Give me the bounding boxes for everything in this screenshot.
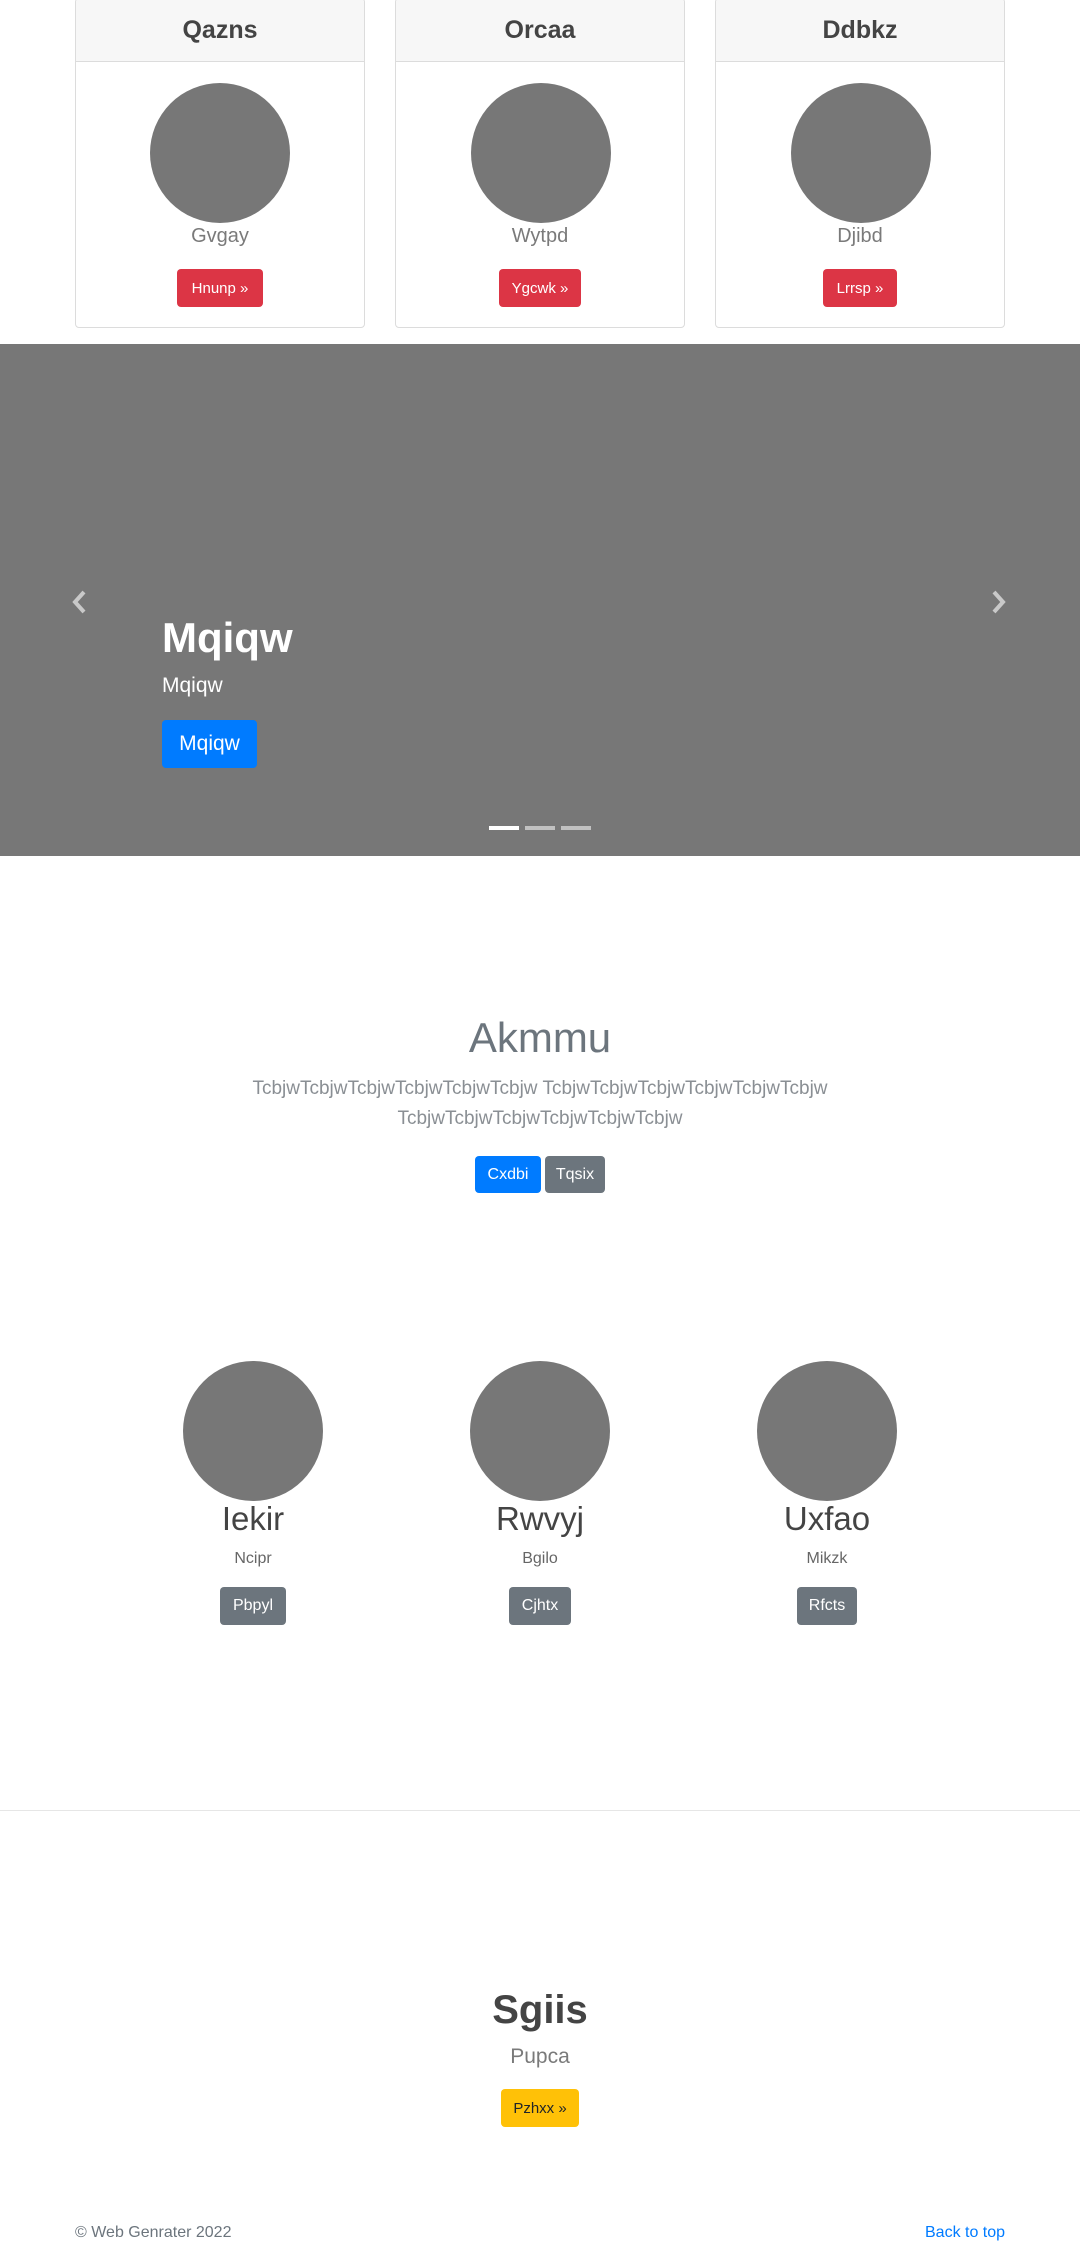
card-3: Ddbkz Djibd Lrrsp » [715,0,1005,328]
team-button[interactable]: Cjhtx [509,1587,571,1625]
chevron-right-icon[interactable] [990,584,1008,622]
card-subtitle: Wytpd [511,225,569,247]
jumbotron-lead-line-2: TcbjwTcbjwTcbjwTcbjwTcbjwTcbjw [397,1108,683,1129]
carousel-indicator-3[interactable] [561,826,591,830]
team-role: Bgilo [522,1550,558,1567]
section-divider [0,1810,1080,1811]
carousel-indicator-1[interactable] [489,826,519,830]
team-button[interactable]: Rfcts [797,1587,857,1625]
chevron-left-icon[interactable] [70,584,88,622]
jumbotron-title: Akmmu [468,1014,612,1061]
card-button[interactable]: Lrrsp » [823,269,897,307]
card-image [150,83,290,223]
card-2: Orcaa Wytpd Ygcwk » [395,0,685,328]
carousel: Mqiqw Mqiqw Mqiqw [0,344,1080,856]
card-title: Qazns [76,0,364,62]
jumbotron-primary-button[interactable]: Cxdbi [475,1156,541,1193]
team-name: Rwvyj [496,1500,584,1537]
card-title: Ddbkz [716,0,1004,62]
jumbotron-lead-line-1: TcbjwTcbjwTcbjwTcbjwTcbjwTcbjw TcbjwTcbj… [252,1078,828,1099]
card-subtitle: Gvgay [191,225,249,247]
team-avatar [470,1361,610,1501]
team-button[interactable]: Pbpyl [220,1587,286,1625]
team-role: Mikzk [806,1550,848,1567]
team-name: Uxfao [783,1500,871,1537]
team-name: Iekir [221,1500,285,1537]
card-button[interactable]: Hnunp » [177,269,263,307]
feature-subtitle: Pupca [510,2045,570,2068]
card-button[interactable]: Ygcwk » [499,269,581,307]
card-image [471,83,611,223]
team-role: Ncipr [234,1550,272,1567]
team-avatar [757,1361,897,1501]
carousel-caption-text: Mqiqw [162,674,223,697]
feature-button[interactable]: Pzhxx » [501,2089,579,2127]
card-title: Orcaa [396,0,684,62]
feature-title: Sgiis [492,1988,588,2032]
carousel-caption-button[interactable]: Mqiqw [162,720,257,768]
carousel-caption-title: Mqiqw [162,614,293,661]
card-image [791,83,931,223]
jumbotron-secondary-button[interactable]: Tqsix [545,1156,605,1193]
carousel-indicator-2[interactable] [525,826,555,830]
back-to-top-link[interactable]: Back to top [925,2224,1005,2242]
team-avatar [183,1361,323,1501]
card-subtitle: Djibd [837,225,883,247]
card-1: Qazns Gvgay Hnunp » [75,0,365,328]
footer-copyright: © Web Genrater 2022 [75,2224,232,2241]
